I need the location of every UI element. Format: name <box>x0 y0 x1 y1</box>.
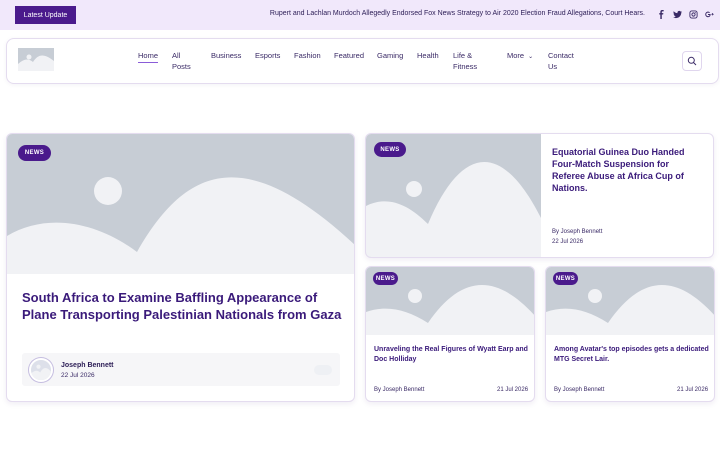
nav-featured[interactable]: Featured <box>334 50 364 61</box>
search-button[interactable] <box>682 51 702 71</box>
side-top-title[interactable]: Equatorial Guinea Duo Handed Four-Match … <box>552 146 702 194</box>
news-badge[interactable]: NEWS <box>373 272 398 285</box>
latest-update-button[interactable]: Latest Update <box>15 6 76 24</box>
small-card-date: 21 Jul 2026 <box>677 387 709 393</box>
nav-contact-line1: Contact <box>548 51 574 60</box>
social-links <box>657 9 714 20</box>
nav-business[interactable]: Business <box>211 50 241 61</box>
small-card-1[interactable]: NEWS Unraveling the Real Figures of Wyat… <box>365 266 535 402</box>
small-card-title[interactable]: Unraveling the Real Figures of Wyatt Ear… <box>374 345 529 365</box>
share-toggle[interactable] <box>314 365 332 375</box>
small-card-2[interactable]: NEWS Among Avatar's top episodes gets a … <box>545 266 715 402</box>
site-logo[interactable] <box>18 48 54 71</box>
nav-all-posts[interactable]: All Posts <box>172 50 191 72</box>
author-box: Joseph Bennett 22 Jul 2026 <box>22 353 340 386</box>
nav-more-label: More <box>507 51 525 60</box>
search-icon <box>687 56 697 66</box>
nav-life-fitness-line2: Fitness <box>453 62 478 71</box>
featured-card[interactable]: NEWS South Africa to Examine Baffling Ap… <box>6 133 355 402</box>
nav-all-posts-line1: All <box>172 51 181 60</box>
nav-gaming[interactable]: Gaming <box>377 50 403 61</box>
news-ticker[interactable]: Rupert and Lachlan Murdoch Allegedly End… <box>200 10 645 17</box>
small-card-date: 21 Jul 2026 <box>497 387 529 393</box>
site-header: Home All Posts Business Esports Fashion … <box>6 38 719 84</box>
chevron-down-icon: ⌄ <box>528 54 534 60</box>
news-badge[interactable]: NEWS <box>374 142 406 157</box>
facebook-icon[interactable] <box>657 9 666 20</box>
small-card-author[interactable]: By Joseph Bennett <box>554 387 604 393</box>
small-card-title[interactable]: Among Avatar's top episodes gets a dedic… <box>554 345 709 365</box>
nav-contact-us[interactable]: Contact Us <box>548 50 574 72</box>
featured-title[interactable]: South Africa to Examine Baffling Appeara… <box>22 289 342 323</box>
nav-esports[interactable]: Esports <box>255 50 280 61</box>
nav-home[interactable]: Home <box>138 50 159 63</box>
google-plus-icon[interactable] <box>705 9 714 20</box>
side-top-author[interactable]: By Joseph Bennett <box>552 229 602 235</box>
news-badge[interactable]: NEWS <box>553 272 578 285</box>
nav-contact-line2: Us <box>548 62 558 71</box>
nav-health[interactable]: Health <box>417 50 439 61</box>
instagram-icon[interactable] <box>689 9 698 20</box>
side-card-top[interactable]: NEWS Equatorial Guinea Duo Handed Four-M… <box>365 133 714 258</box>
nav-life-fitness-line1: Life & <box>453 51 473 60</box>
nav-all-posts-line2: Posts <box>172 62 191 71</box>
top-bar: Latest Update Rupert and Lachlan Murdoch… <box>0 0 720 30</box>
nav-fashion[interactable]: Fashion <box>294 50 321 61</box>
side-top-date: 22 Jul 2026 <box>552 239 584 245</box>
nav-more-dropdown[interactable]: More ⌄ <box>507 50 533 63</box>
featured-image-placeholder <box>7 134 354 274</box>
twitter-icon[interactable] <box>673 9 682 20</box>
nav-life-fitness[interactable]: Life & Fitness <box>453 50 477 72</box>
post-date: 22 Jul 2026 <box>61 372 95 379</box>
small-card-author[interactable]: By Joseph Bennett <box>374 387 424 393</box>
author-name[interactable]: Joseph Bennett <box>61 362 114 369</box>
news-badge[interactable]: NEWS <box>18 145 51 161</box>
avatar[interactable] <box>29 358 53 382</box>
